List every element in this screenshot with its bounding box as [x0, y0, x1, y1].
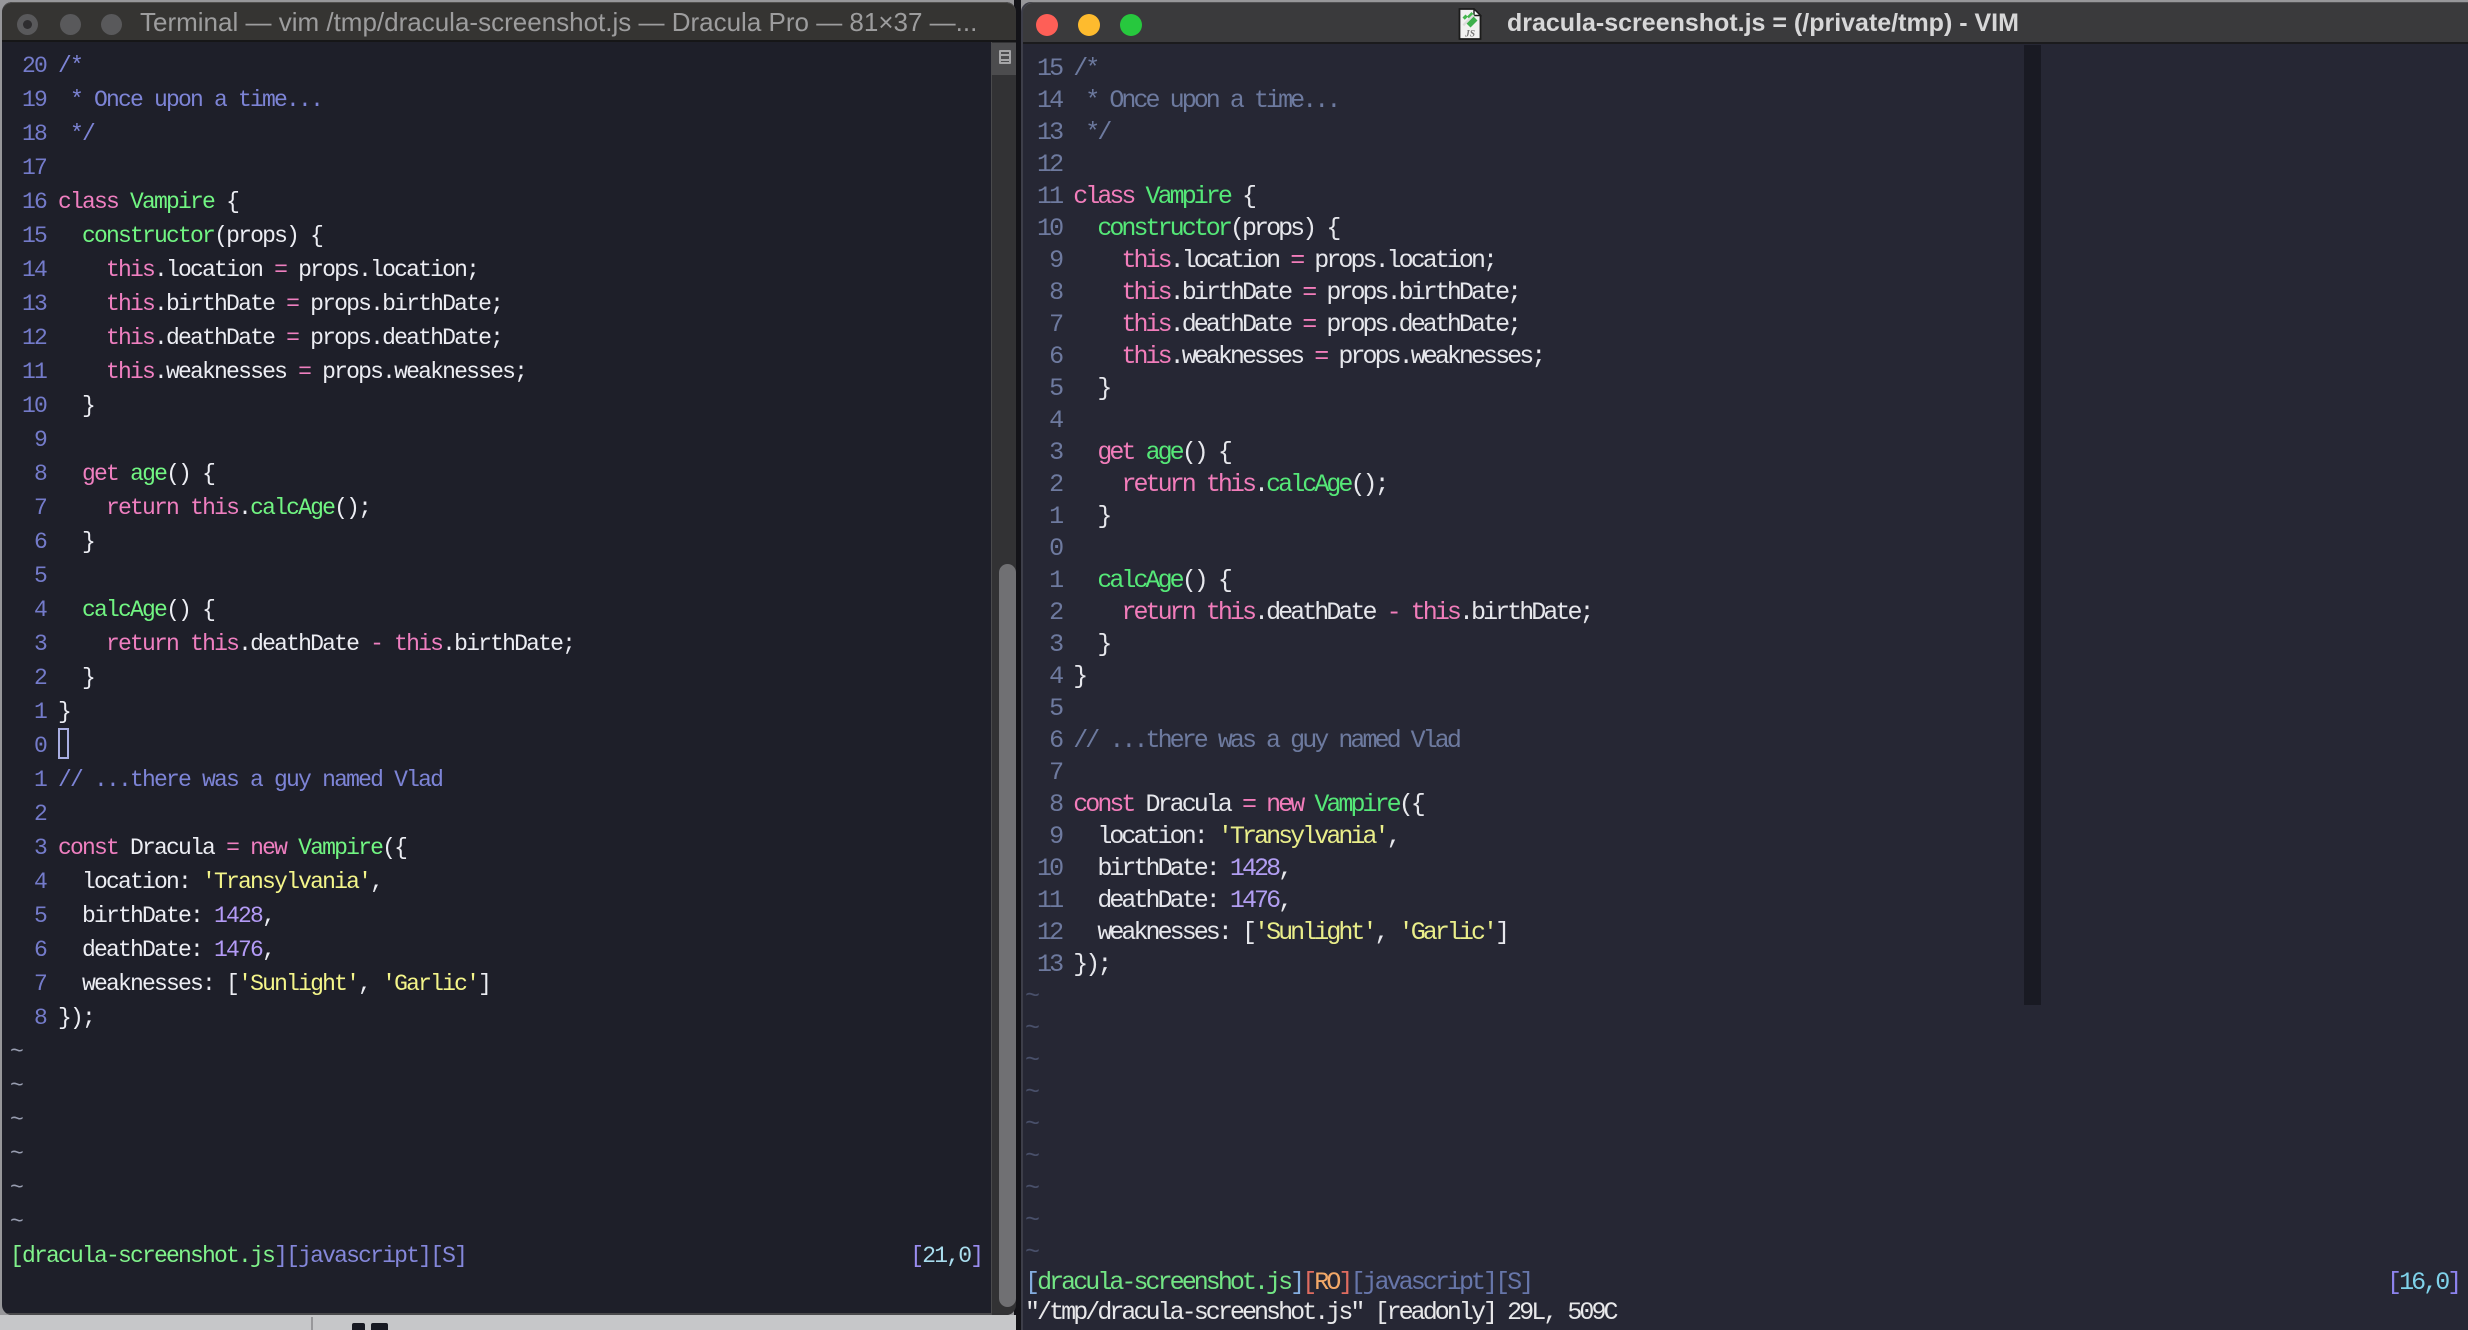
svg-text:JS: JS: [1464, 30, 1475, 40]
